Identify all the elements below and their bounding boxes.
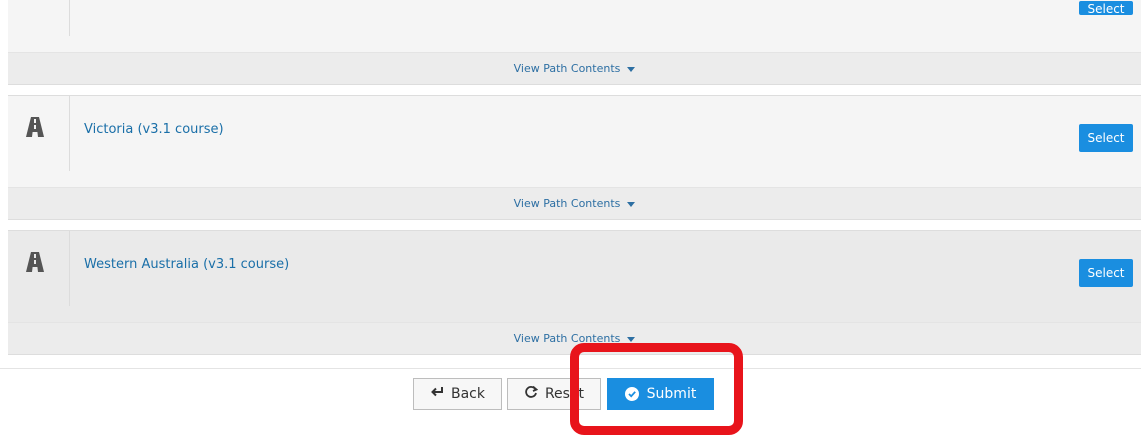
- card-divider: [69, 96, 70, 171]
- view-path-contents-label: View Path Contents: [513, 197, 621, 210]
- arrow-return-left-icon: [430, 386, 444, 402]
- path-card-body: Victoria (v3.1 course) Select: [8, 96, 1141, 188]
- view-path-contents-bar: View Path Contents: [8, 188, 1141, 219]
- path-card-body: Western Australia (v3.1 course) Select: [8, 231, 1141, 323]
- path-card-victoria: Victoria (v3.1 course) Select View Path …: [8, 95, 1141, 220]
- view-path-contents-link[interactable]: View Path Contents: [514, 197, 636, 210]
- reset-button[interactable]: Reset: [507, 378, 601, 410]
- submit-button[interactable]: Submit: [607, 378, 714, 410]
- path-card-top: Select View Path Contents: [8, 0, 1141, 85]
- check-circle-icon: [624, 387, 639, 401]
- submit-label: Submit: [646, 386, 697, 402]
- select-button[interactable]: Select: [1079, 259, 1133, 287]
- path-card-western-australia: Western Australia (v3.1 course) Select V…: [8, 230, 1141, 355]
- select-button[interactable]: Select: [1079, 1, 1133, 16]
- view-path-contents-link[interactable]: View Path Contents: [514, 332, 636, 345]
- road-icon: [25, 251, 45, 273]
- caret-down-icon: [627, 66, 636, 72]
- view-path-contents-label: View Path Contents: [513, 332, 621, 345]
- view-path-contents-label: View Path Contents: [513, 62, 621, 75]
- path-title-link[interactable]: Western Australia (v3.1 course): [84, 257, 289, 272]
- card-divider: [69, 231, 70, 306]
- refresh-icon: [524, 385, 539, 403]
- path-title-link[interactable]: Victoria (v3.1 course): [84, 122, 224, 137]
- reset-label: Reset: [544, 386, 585, 402]
- caret-down-icon: [627, 201, 636, 207]
- view-path-contents-bar: View Path Contents: [8, 53, 1141, 84]
- view-path-contents-bar: View Path Contents: [8, 323, 1141, 354]
- select-button[interactable]: Select: [1079, 124, 1133, 152]
- actions-divider: [0, 368, 1141, 369]
- back-button[interactable]: Back: [413, 378, 502, 410]
- path-selection-page: Select View Path Contents Victoria (v3.1…: [0, 0, 1141, 437]
- card-divider: [69, 0, 70, 36]
- road-icon: [25, 116, 45, 138]
- path-card-body: Select: [8, 0, 1141, 53]
- back-label: Back: [451, 386, 485, 402]
- view-path-contents-link[interactable]: View Path Contents: [514, 62, 636, 75]
- caret-down-icon: [627, 336, 636, 342]
